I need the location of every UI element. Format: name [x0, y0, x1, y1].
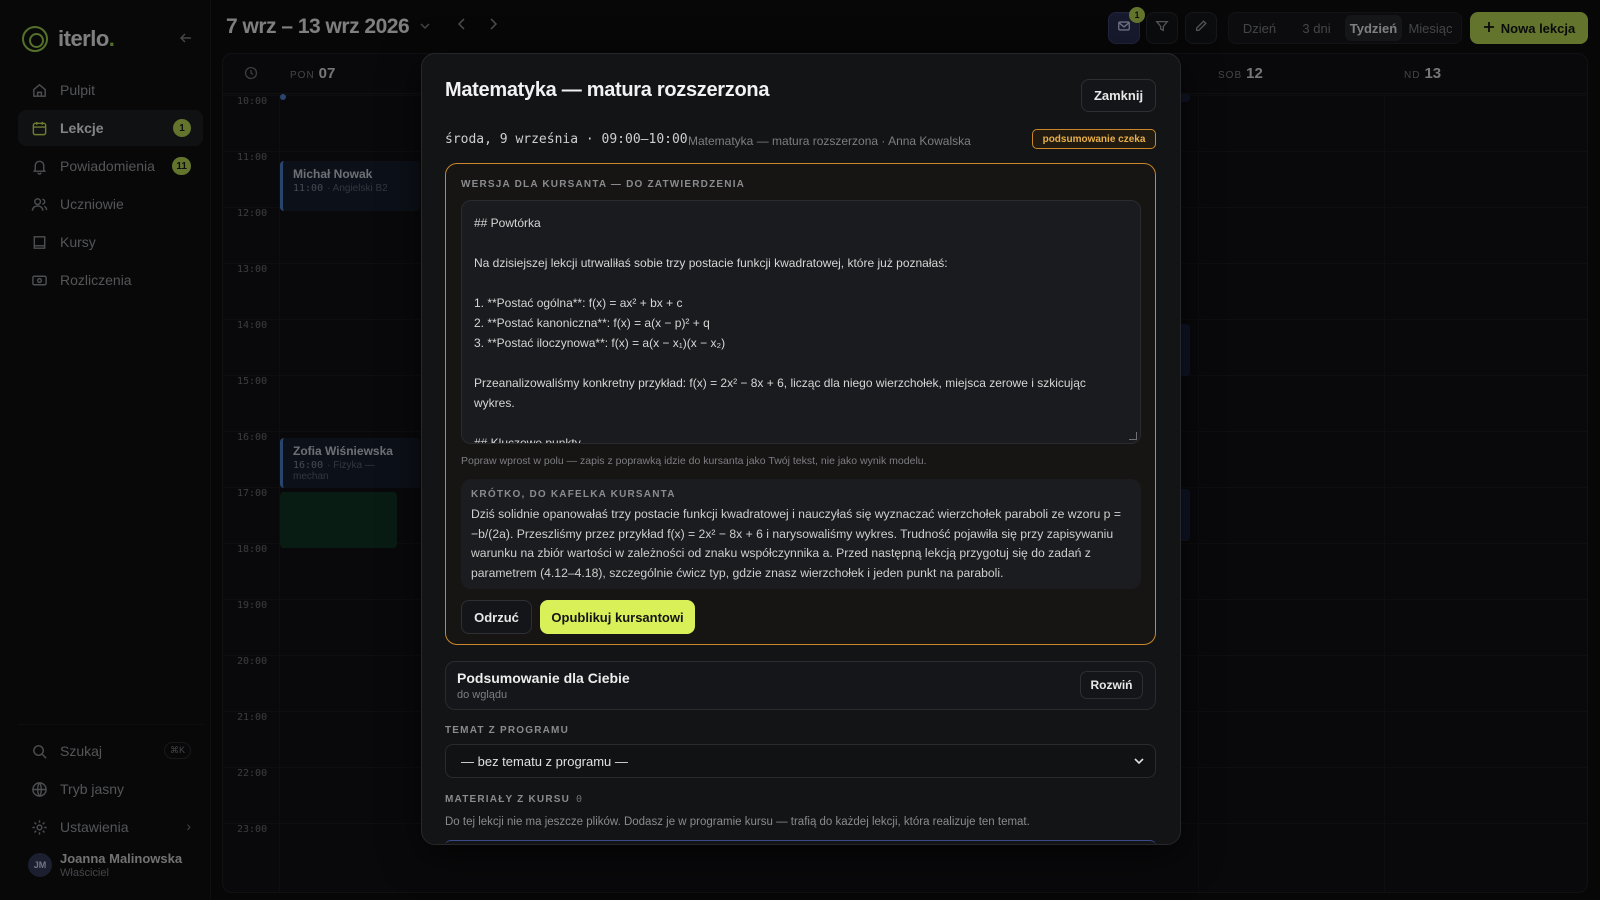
materials-info: Do tej lekcji nie ma jeszcze plików. Dod… — [445, 816, 1030, 828]
editor-line: 3. **Postać iloczynowa**: f(x) = a(x − x… — [474, 336, 726, 350]
status-badge: podsumowanie czeka — [1032, 129, 1156, 149]
editor-line: Przeanalizowaliśmy konkretny przykład: f… — [474, 376, 1090, 410]
review-caption: WERSJA DLA KURSANTA — DO ZATWIERDZENIA — [461, 179, 746, 190]
short-summary-card: KRÓTKO, DO KAFELKA KURSANTA Dziś solidni… — [461, 479, 1141, 589]
editor-line: 2. **Postać kanoniczna**: f(x) = a(x − p… — [474, 316, 710, 330]
close-button[interactable]: Zamknij — [1081, 79, 1156, 112]
editor-line: 1. **Postać ogólna**: f(x) = ax² + bx + … — [474, 296, 683, 310]
editor-line: Na dzisiejszej lekcji utrwaliłaś sobie t… — [474, 256, 948, 270]
modal-title: Matematyka — matura rozszerzona — [445, 79, 770, 101]
expand-button[interactable]: Rozwiń — [1080, 671, 1143, 699]
topic-select[interactable]: — bez tematu z programu — — [445, 744, 1156, 778]
lesson-datetime: środa, 9 września · 09:00–10:00 — [445, 132, 688, 147]
resize-handle-icon[interactable] — [1129, 432, 1137, 440]
short-summary-caption: KRÓTKO, DO KAFELKA KURSANTA — [471, 489, 676, 500]
materials-dropzone[interactable] — [445, 840, 1156, 844]
chevron-down-icon — [1133, 755, 1145, 770]
editor-line: ## Powtórka — [474, 216, 541, 230]
reject-button[interactable]: Odrzuć — [461, 600, 532, 634]
editor-line — [474, 233, 1128, 253]
short-summary-text: Dziś solidnie opanowałaś trzy postacie f… — [471, 507, 1121, 580]
editor-hint: Popraw wprost w polu — zapis z poprawką … — [461, 455, 927, 467]
student-summary-editor[interactable]: ## Powtórka Na dzisiejszej lekcji utrwal… — [461, 200, 1141, 444]
topic-selected-value: — bez tematu z programu — — [461, 753, 628, 769]
publish-button[interactable]: Opublikuj kursantowi — [540, 600, 695, 634]
lesson-course-teacher: Matematyka — matura rozszerzona · Anna K… — [688, 134, 971, 148]
teacher-summary-card: Podsumowanie dla Ciebie do wglądu Rozwiń — [445, 661, 1156, 710]
lesson-summary-modal: Matematyka — matura rozszerzona Zamknij … — [421, 53, 1181, 845]
materials-caption: MATERIAŁY Z KURSU 0 — [445, 794, 583, 805]
student-version-review: WERSJA DLA KURSANTA — DO ZATWIERDZENIA #… — [445, 163, 1156, 645]
teacher-summary-subtitle: do wglądu — [457, 689, 508, 701]
editor-line — [474, 273, 1128, 293]
editor-line: ## Kluczowe punkty — [474, 436, 581, 444]
editor-line — [474, 413, 1128, 433]
editor-line — [474, 353, 1128, 373]
topic-caption: TEMAT Z PROGRAMU — [445, 725, 570, 736]
materials-count: 0 — [576, 794, 584, 805]
teacher-summary-title: Podsumowanie dla Ciebie — [457, 670, 630, 686]
materials-caption-text: MATERIAŁY Z KURSU — [445, 794, 571, 805]
